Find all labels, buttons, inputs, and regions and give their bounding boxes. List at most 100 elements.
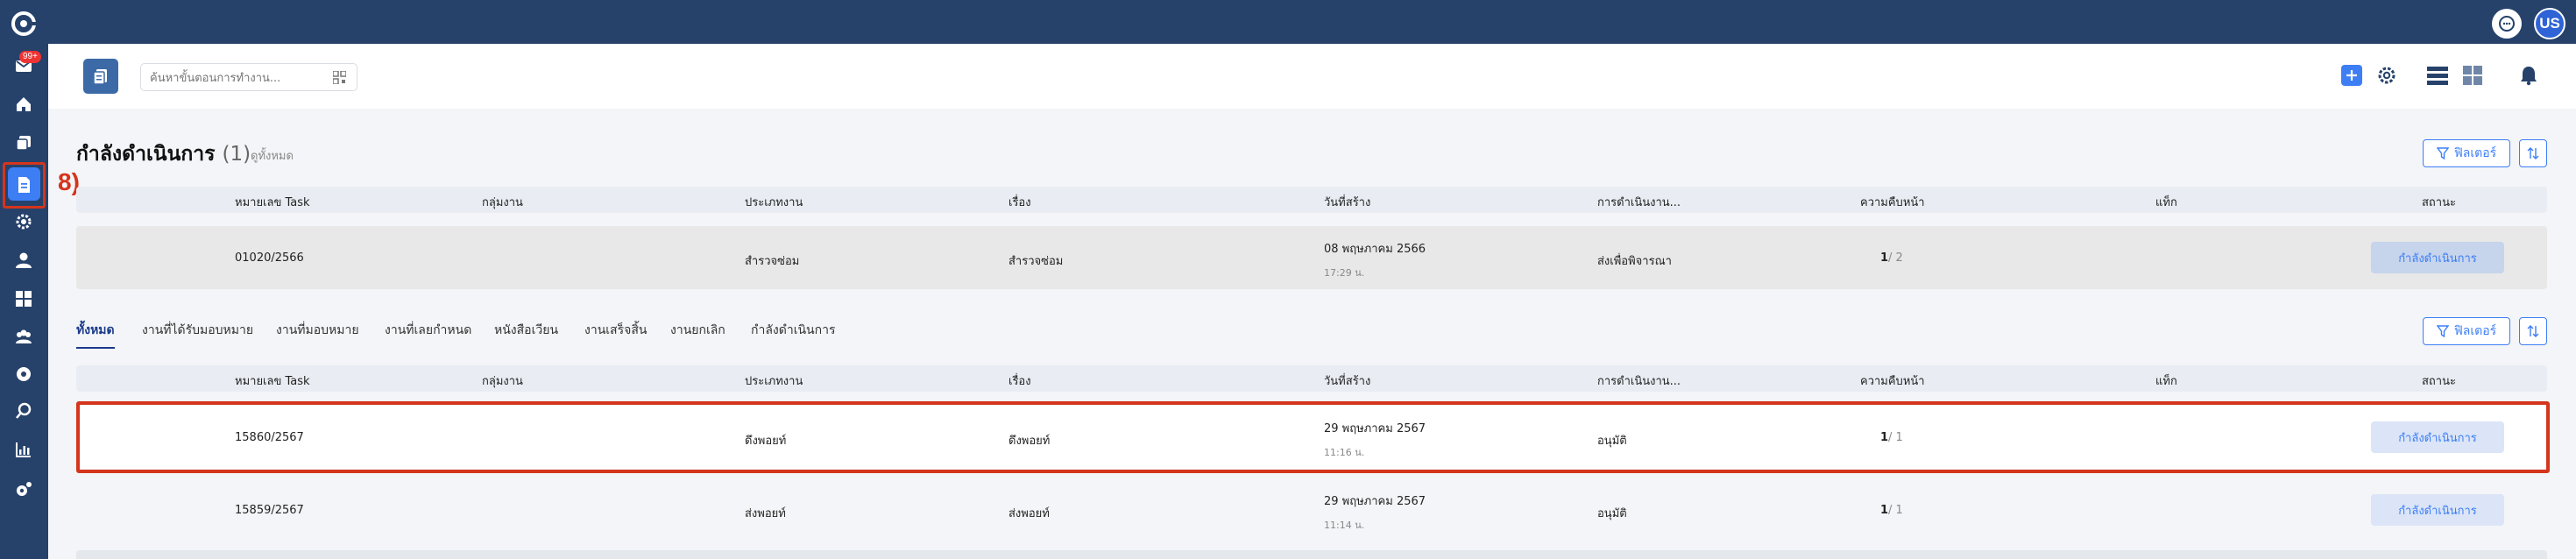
task-subject: ส่งพอยท์ [1008, 507, 1050, 520]
task-subject: สำรวจซ่อม [1008, 255, 1064, 268]
table-row[interactable]: 15859/2567 ส่งพอยท์ ส่งพอยท์ 29 พฤษภาคม … [76, 478, 2547, 541]
task-operation: อนุมัติ [1597, 507, 1627, 520]
task-operation: อนุมัติ [1597, 435, 1627, 448]
tab-circular[interactable]: หนังสือเวียน [494, 321, 558, 347]
search-icon[interactable] [12, 400, 35, 422]
tab-in-progress[interactable]: กำลังดำเนินการ [751, 321, 836, 347]
column-header: หมายเลข Task [235, 196, 310, 209]
column-header: กลุ่มงาน [482, 196, 523, 209]
sort-button[interactable] [2519, 139, 2547, 167]
filter-label: ฟิลเตอร์ [2453, 146, 2497, 160]
list-view-icon[interactable] [2425, 63, 2450, 88]
task-number: 15860/2567 [235, 431, 304, 444]
chart-icon[interactable] [12, 438, 35, 461]
app-logo-icon[interactable] [11, 11, 37, 37]
see-all-link[interactable]: ดูทั้งหมด [251, 146, 294, 165]
section-count: (1) [222, 143, 251, 166]
column-header: ความคืบหน้า [1860, 375, 1925, 388]
column-header: เรื่อง [1008, 375, 1031, 388]
column-header: การดำเนินงาน... [1597, 196, 1681, 209]
search-input[interactable] [150, 69, 325, 87]
copy-icon[interactable] [12, 131, 35, 154]
status-badge[interactable]: กำลังดำเนินการ [2371, 421, 2504, 453]
created-date: 29 พฤษภาคม 2567 [1324, 495, 1426, 508]
settings-icon[interactable] [12, 210, 35, 233]
progress-total: / 1 [1888, 431, 1903, 444]
column-header: ประเภทงาน [745, 375, 803, 388]
progress-done: 1 [1880, 431, 1889, 444]
task-created: 29 พฤษภาคม 2567 11:16 น. [1324, 419, 1426, 460]
filter-label: ฟิลเตอร์ [2453, 324, 2497, 338]
column-header: ประเภทงาน [745, 196, 803, 209]
table-row[interactable]: 01020/2566 สำรวจซ่อม สำรวจซ่อม 08 พฤษภาค… [76, 226, 2547, 289]
task-created: 29 พฤษภาคม 2567 11:14 น. [1324, 492, 1426, 533]
task-subject: ดึงพอยท์ [1008, 435, 1051, 448]
notification-badge: 99+ [19, 51, 41, 63]
column-header: สถานะ [2422, 196, 2456, 209]
sort-icon [2527, 147, 2539, 159]
created-date: 29 พฤษภาคม 2567 [1324, 422, 1426, 435]
task-number: 15859/2567 [235, 504, 304, 517]
progress-total: / 2 [1888, 251, 1903, 265]
user-avatar[interactable]: US [2534, 8, 2565, 39]
table-header: หมายเลข Task กลุ่มงาน ประเภทงาน เรื่อง ว… [76, 365, 2547, 392]
active-nav-outline [3, 162, 46, 209]
filter-button[interactable]: ฟิลเตอร์ [2423, 139, 2510, 167]
section-title-text: กำลังดำเนินการ [76, 143, 216, 166]
tab-assigned-to-me[interactable]: งานที่ได้รับมอบหมาย [142, 321, 253, 347]
task-type: ส่งพอยท์ [745, 507, 786, 520]
gear-icon[interactable] [12, 363, 35, 386]
workflow-app-icon[interactable] [83, 59, 118, 94]
tab-overdue[interactable]: งานที่เลยกำหนด [385, 321, 471, 347]
tab-cancelled[interactable]: งานยกเลิก [670, 321, 725, 347]
column-header: กลุ่มงาน [482, 375, 523, 388]
sort-button[interactable] [2519, 317, 2547, 345]
column-header: ความคืบหน้า [1860, 196, 1925, 209]
column-header: เรื่อง [1008, 196, 1031, 209]
group-icon[interactable] [12, 326, 35, 349]
progress-done: 1 [1880, 251, 1889, 265]
table-row[interactable]: 15860/2567 ดึงพอยท์ ดึงพอยท์ 29 พฤษภาคม … [76, 406, 2547, 469]
created-date: 08 พฤษภาคม 2566 [1324, 243, 1426, 256]
add-icon[interactable] [2341, 65, 2362, 86]
tab-assigned-by-me[interactable]: งานที่มอบหมาย [276, 321, 359, 347]
task-type: ดึงพอยท์ [745, 435, 787, 448]
next-row-edge [76, 550, 2547, 559]
table-header: หมายเลข Task กลุ่มงาน ประเภทงาน เรื่อง ว… [76, 187, 2547, 213]
created-time: 17:29 น. [1324, 267, 1365, 279]
column-header: สถานะ [2422, 375, 2456, 388]
created-time: 11:16 น. [1324, 447, 1365, 458]
task-progress: 1/ 1 [1880, 431, 1903, 444]
task-number: 01020/2566 [235, 251, 304, 265]
column-header: วันที่สร้าง [1324, 196, 1371, 209]
column-header: การดำเนินงาน... [1597, 375, 1681, 388]
tab-all[interactable]: ทั้งหมด [76, 321, 115, 349]
task-progress: 1/ 2 [1880, 251, 1903, 265]
task-type: สำรวจซ่อม [745, 255, 800, 268]
header-bar [48, 44, 2576, 109]
bell-icon[interactable] [2516, 63, 2541, 88]
filter-button[interactable]: ฟิลเตอร์ [2423, 317, 2510, 345]
column-header: วันที่สร้าง [1324, 375, 1371, 388]
status-badge[interactable]: กำลังดำเนินการ [2371, 494, 2504, 526]
status-badge[interactable]: กำลังดำเนินการ [2371, 242, 2504, 273]
task-progress: 1/ 1 [1880, 504, 1903, 517]
config-icon[interactable] [12, 478, 35, 501]
sort-icon [2527, 325, 2539, 337]
settings-icon[interactable] [2374, 63, 2399, 88]
user-icon[interactable] [12, 249, 35, 272]
column-header: แท็ก [2155, 196, 2177, 209]
column-header: แท็ก [2155, 375, 2177, 388]
task-operation: ส่งเพื่อพิจารณา [1597, 255, 1672, 268]
progress-total: / 1 [1888, 504, 1903, 517]
filter-icon [2436, 147, 2449, 159]
search-box [140, 63, 357, 91]
chat-icon[interactable] [2492, 9, 2522, 39]
section-title: กำลังดำเนินการ (1) [76, 138, 251, 170]
grid-icon[interactable] [12, 287, 35, 310]
progress-done: 1 [1880, 504, 1889, 517]
grid-view-icon[interactable] [2460, 63, 2485, 88]
tab-completed[interactable]: งานเสร็จสิ้น [584, 321, 647, 347]
home-icon[interactable] [12, 93, 35, 116]
qr-scan-icon[interactable] [333, 71, 346, 84]
